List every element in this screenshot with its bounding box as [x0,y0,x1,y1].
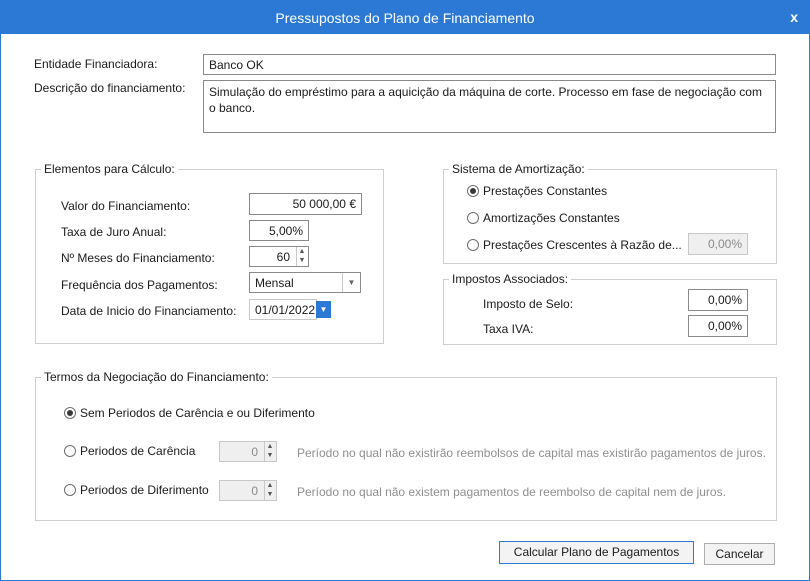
radio-amortizacoes-constantes[interactable] [467,212,479,224]
radio-prestacoes-constantes[interactable] [467,185,479,197]
iva-field[interactable]: 0,00% [688,315,748,337]
carencia-stepper[interactable]: ▲ ▼ [264,442,275,461]
taxa-field[interactable]: 5,00% [249,220,309,241]
prestacoes-crescentes-label: Prestações Crescentes à Razão de... [483,238,682,252]
meses-label: Nº Meses do Financiamento: [61,251,215,265]
carencia-hint: Período no qual não existirão reembolsos… [297,446,766,460]
entidade-label: Entidade Financiadora: [34,57,158,71]
title-bar: Pressupostos do Plano de Financiamento x [1,1,809,34]
descricao-label: Descrição do financiamento: [34,81,186,95]
diferimento-stepper[interactable]: ▲ ▼ [264,481,275,500]
frequencia-select[interactable]: Mensal ▼ [249,272,361,293]
termos-group-title: Termos da Negociação do Financiamento: [41,370,272,384]
taxa-label: Taxa de Juro Anual: [61,225,167,239]
radio-carencia[interactable] [64,445,76,457]
entidade-field[interactable]: Banco OK [203,54,776,75]
radio-prestacoes-crescentes[interactable] [467,239,479,251]
diferimento-hint: Período no qual não existem pagamentos d… [297,485,726,499]
selo-field[interactable]: 0,00% [688,289,748,311]
prestacoes-constantes-label: Prestações Constantes [483,184,608,198]
amortizacoes-constantes-label: Amortizações Constantes [483,211,620,225]
calcular-plano-button[interactable]: Calcular Plano de Pagamentos [499,541,694,564]
data-label: Data de Inicio do Financiamento: [61,304,237,318]
impostos-group-title: Impostos Associados: [449,272,572,286]
iva-label: Taxa IVA: [483,322,534,336]
radio-sem-periodos[interactable] [64,407,76,419]
cancel-button[interactable]: Cancelar [704,543,775,565]
close-icon[interactable]: x [790,9,798,25]
valor-field[interactable]: 50 000,00 € [249,193,362,215]
frequencia-value: Mensal [255,276,294,290]
diferimento-label: Periodos de Diferimento [80,483,209,497]
sem-periodos-label: Sem Periodos de Carência e ou Diferiment… [80,406,315,420]
chevron-down-icon[interactable]: ▼ [342,273,360,292]
calendar-dropdown-icon[interactable]: ▼ [316,301,331,318]
carencia-label: Periodos de Carência [80,444,196,458]
dialog-window: Pressupostos do Plano de Financiamento x… [0,0,810,581]
selo-label: Imposto de Selo: [483,297,574,311]
valor-label: Valor do Financiamento: [61,199,191,213]
frequencia-label: Frequência dos Pagamentos: [61,278,218,292]
data-field[interactable]: 01/01/2022 [249,299,317,320]
razao-field[interactable]: 0,00% [688,233,748,255]
amortizacao-group-title: Sistema de Amortização: [449,162,588,176]
radio-diferimento[interactable] [64,484,76,496]
calculo-group-title: Elementos para Cálculo: [41,162,178,176]
meses-stepper[interactable]: ▲ ▼ [296,247,307,266]
window-title: Pressupostos do Plano de Financiamento [275,10,535,26]
descricao-field[interactable]: Simulação do empréstimo para a aquicição… [203,80,776,133]
